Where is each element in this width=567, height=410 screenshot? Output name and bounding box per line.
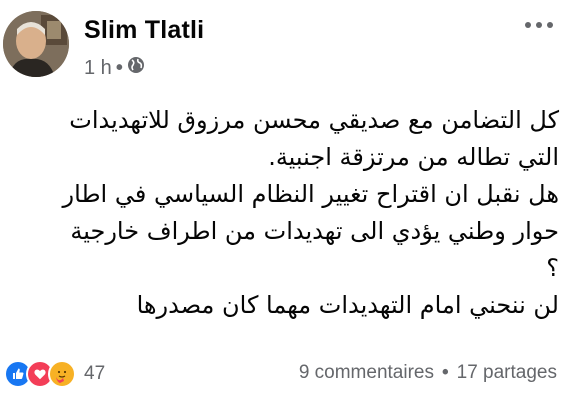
author-name[interactable]: Slim Tlatli (84, 16, 204, 45)
post-meta: 1 h • (84, 56, 145, 80)
post-footer: 47 9 commentaires • 17 partages (0, 352, 567, 392)
post-line: التي تطاله من مرتزقة اجنبية. (268, 143, 559, 171)
meta-separator: • (115, 56, 123, 79)
post-line: هل نقبل ان اقتراح تغيير النظام السياسي ف… (62, 180, 559, 208)
post-line: لن ننحني امام التهديدات مهما كان مصدرها (136, 291, 559, 319)
post-header: Slim Tlatli 1 h • (0, 0, 567, 88)
avatar[interactable] (3, 11, 69, 77)
shares-count[interactable]: 17 partages (457, 362, 557, 384)
reaction-count[interactable]: 47 (84, 363, 105, 385)
more-options-icon[interactable] (525, 22, 553, 28)
post-line: ؟ (546, 254, 559, 282)
post-time[interactable]: 1 h (84, 57, 112, 80)
post-stats: 9 commentaires • 17 partages (299, 362, 557, 384)
post-text: كل التضامن مع صديقي محسن مرزوق للاتهديدا… (10, 102, 559, 324)
comments-count[interactable]: 9 commentaires (299, 362, 434, 384)
post-line: حوار وطني يؤدي الى تهديدات من اطراف خارج… (70, 217, 559, 245)
reactions-summary[interactable]: 47 (4, 360, 105, 388)
globe-icon[interactable] (127, 56, 145, 80)
avatar-photo (3, 11, 69, 77)
stats-separator: • (441, 362, 449, 383)
care-icon (48, 360, 76, 388)
post-line: كل التضامن مع صديقي محسن مرزوق للاتهديدا… (69, 106, 559, 134)
